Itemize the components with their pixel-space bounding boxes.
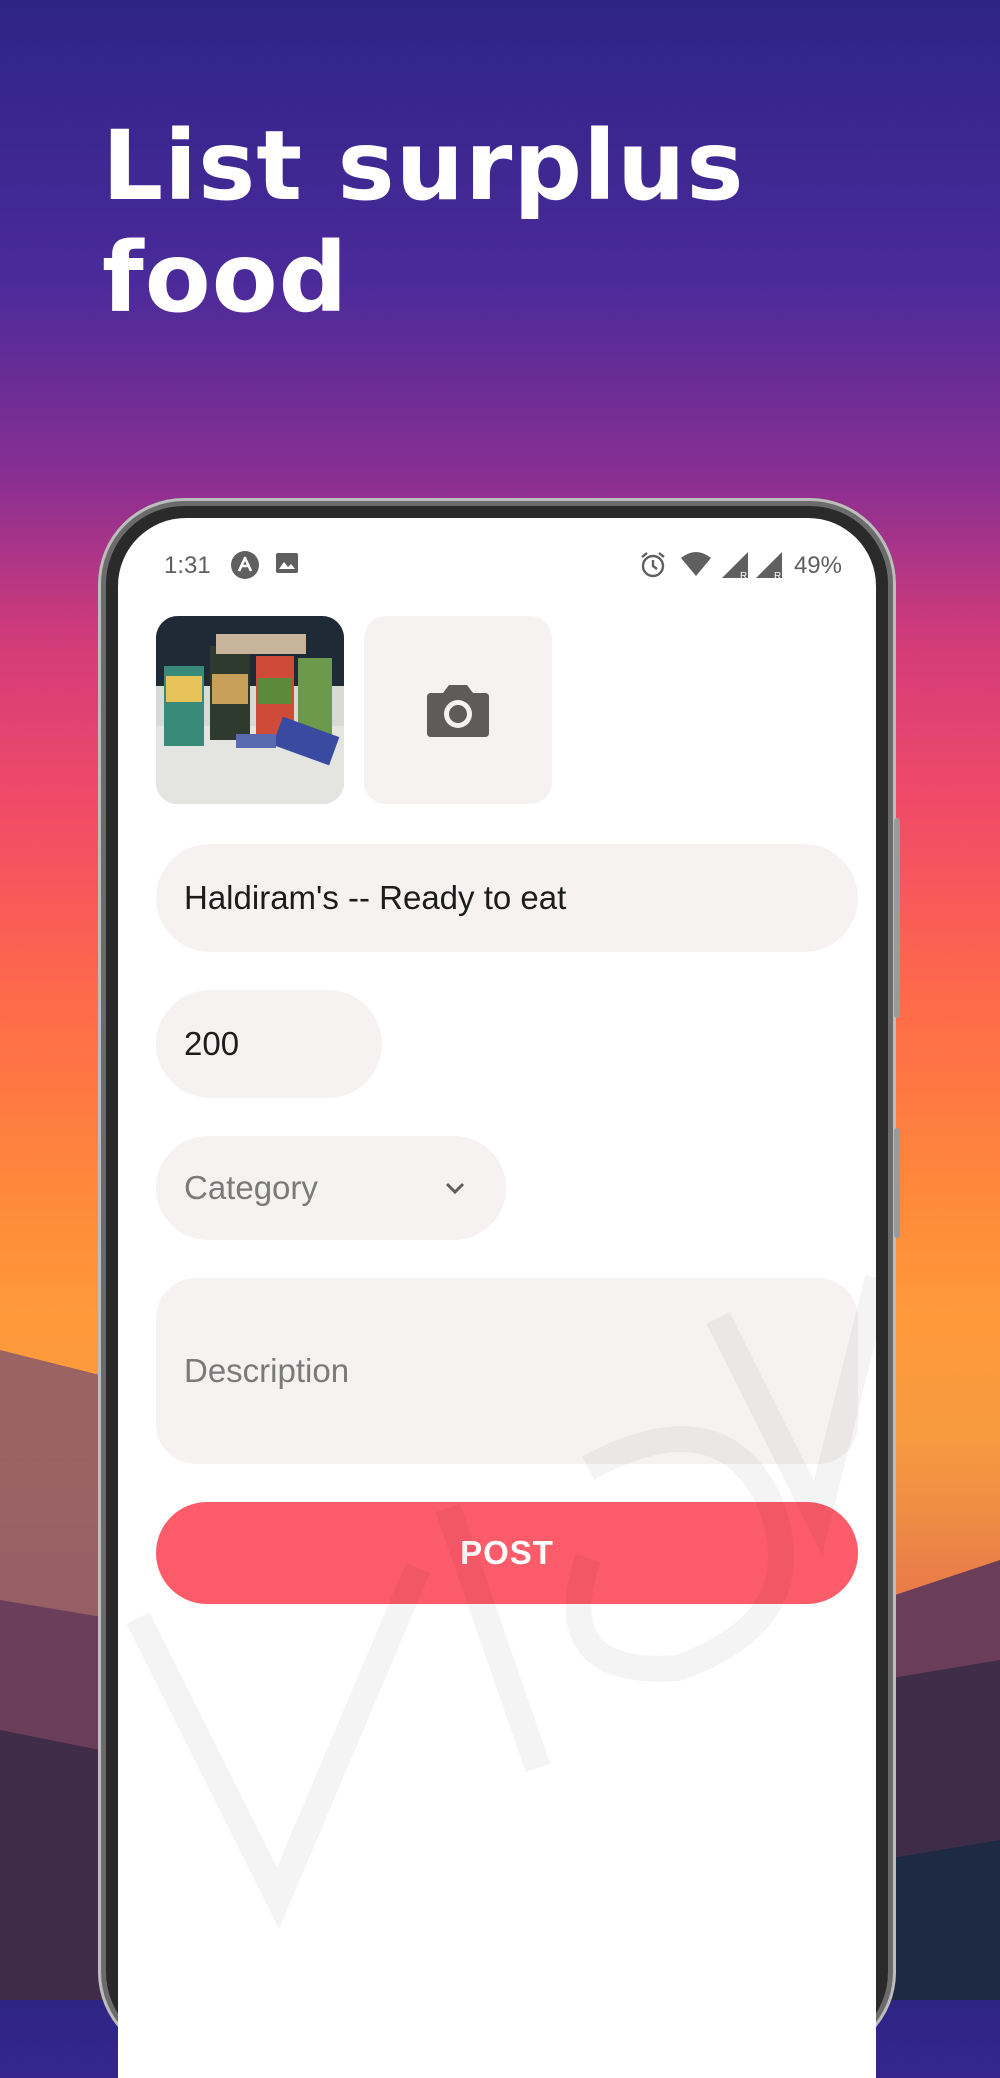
description-placeholder: Description: [184, 1352, 350, 1389]
phone-screen: 1:31 R R 49% Haldiram's -- Ready to eat …: [118, 518, 876, 2078]
gallery-icon: [276, 553, 298, 573]
description-input[interactable]: Description: [156, 1278, 858, 1464]
phone-frame: 1:31 R R 49% Haldiram's -- Ready to eat …: [98, 498, 900, 2078]
quantity-input[interactable]: [156, 990, 382, 1098]
phone-side-button: [894, 1128, 900, 1238]
app-logo-icon: [231, 551, 259, 579]
status-time: 1:31: [164, 552, 211, 579]
battery-level: 49%: [793, 552, 842, 579]
svg-text:R: R: [774, 571, 781, 580]
food-photo-thumbnail[interactable]: [156, 616, 344, 804]
page-headline: List surplus food: [102, 110, 745, 334]
camera-icon: [427, 685, 489, 737]
add-photo-button[interactable]: [364, 616, 552, 804]
svg-text:R: R: [740, 571, 747, 580]
chevron-down-icon: [445, 1182, 465, 1195]
item-name-input[interactable]: [156, 844, 858, 952]
category-placeholder: Category: [184, 1169, 318, 1206]
status-bar: 1:31 R R 49%: [118, 518, 876, 584]
food-photo: [156, 616, 344, 804]
post-button[interactable]: POST: [156, 1502, 858, 1604]
signal-icon: R: [756, 552, 782, 580]
wifi-icon: [681, 552, 711, 576]
signal-icon: R: [722, 552, 748, 580]
phone-side-button: [894, 818, 900, 1018]
category-select[interactable]: Category: [156, 1136, 506, 1240]
alarm-icon: [641, 552, 665, 578]
